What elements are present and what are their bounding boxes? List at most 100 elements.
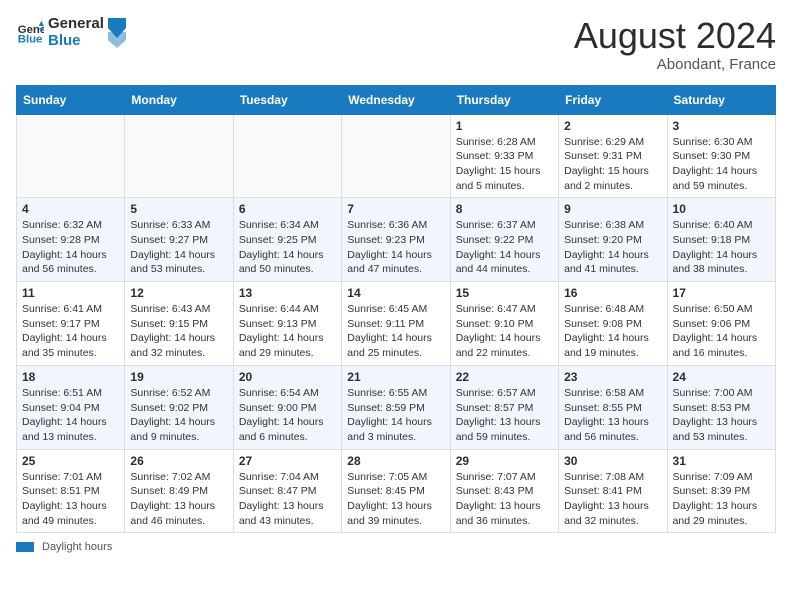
- day-info: Sunrise: 7:01 AM Sunset: 8:51 PM Dayligh…: [22, 470, 119, 529]
- day-number: 25: [22, 454, 119, 468]
- calendar-cell: [17, 114, 125, 198]
- day-number: 5: [130, 202, 227, 216]
- calendar-cell: 18 Sunrise: 6:51 AM Sunset: 9:04 PM Dayli…: [17, 365, 125, 449]
- calendar-cell: 16Sunrise: 6:48 AM Sunset: 9:08 PM Dayli…: [559, 282, 667, 366]
- day-number: 14: [347, 286, 444, 300]
- day-info: Sunrise: 6:34 AM Sunset: 9:25 PM Dayligh…: [239, 218, 336, 277]
- col-header-tuesday: Tuesday: [233, 85, 341, 114]
- day-number: 28: [347, 454, 444, 468]
- day-info: Sunrise: 7:04 AM Sunset: 8:47 PM Dayligh…: [239, 470, 336, 529]
- calendar-cell: 26Sunrise: 7:02 AM Sunset: 8:49 PM Dayli…: [125, 449, 233, 533]
- col-header-monday: Monday: [125, 85, 233, 114]
- calendar-cell: 27 Sunrise: 7:04 AM Sunset: 8:47 PM Dayli…: [233, 449, 341, 533]
- calendar-week-row: 1Sunrise: 6:28 AM Sunset: 9:33 PM Daylig…: [17, 114, 776, 198]
- calendar-cell: 9Sunrise: 6:38 AM Sunset: 9:20 PM Daylig…: [559, 198, 667, 282]
- day-info: Sunrise: 7:02 AM Sunset: 8:49 PM Dayligh…: [130, 470, 227, 529]
- calendar-cell: [233, 114, 341, 198]
- day-info: Sunrise: 6:47 AM Sunset: 9:10 PM Dayligh…: [456, 302, 553, 361]
- page-header: General Blue General Blue August 2024 Ab…: [16, 16, 776, 73]
- calendar-cell: [342, 114, 450, 198]
- day-number: 8: [456, 202, 553, 216]
- day-number: 17: [673, 286, 770, 300]
- day-info: Sunrise: 7:00 AM Sunset: 8:53 PM Dayligh…: [673, 386, 770, 445]
- calendar-cell: 8 Sunrise: 6:37 AM Sunset: 9:22 PM Daylig…: [450, 198, 558, 282]
- day-info: Sunrise: 6:38 AM Sunset: 9:20 PM Dayligh…: [564, 218, 661, 277]
- calendar-cell: 23Sunrise: 6:58 AM Sunset: 8:55 PM Dayli…: [559, 365, 667, 449]
- day-number: 1: [456, 119, 553, 133]
- day-info: Sunrise: 6:51 AM Sunset: 9:04 PM Dayligh…: [22, 386, 119, 445]
- day-info: Sunrise: 7:07 AM Sunset: 8:43 PM Dayligh…: [456, 470, 553, 529]
- calendar-week-row: 11Sunrise: 6:41 AM Sunset: 9:17 PM Dayli…: [17, 282, 776, 366]
- calendar-cell: 15 Sunrise: 6:47 AM Sunset: 9:10 PM Dayli…: [450, 282, 558, 366]
- calendar-cell: 2 Sunrise: 6:29 AM Sunset: 9:31 PM Daylig…: [559, 114, 667, 198]
- day-info: Sunrise: 6:29 AM Sunset: 9:31 PM Dayligh…: [564, 135, 661, 194]
- day-number: 27: [239, 454, 336, 468]
- day-number: 21: [347, 370, 444, 384]
- calendar-cell: 6 Sunrise: 6:34 AM Sunset: 9:25 PM Daylig…: [233, 198, 341, 282]
- day-info: Sunrise: 6:37 AM Sunset: 9:22 PM Dayligh…: [456, 218, 553, 277]
- footer-label: Daylight hours: [42, 541, 112, 553]
- day-info: Sunrise: 6:40 AM Sunset: 9:18 PM Dayligh…: [673, 218, 770, 277]
- day-number: 13: [239, 286, 336, 300]
- day-number: 15: [456, 286, 553, 300]
- calendar-cell: 25 Sunrise: 7:01 AM Sunset: 8:51 PM Dayli…: [17, 449, 125, 533]
- day-info: Sunrise: 6:55 AM Sunset: 8:59 PM Dayligh…: [347, 386, 444, 445]
- day-number: 23: [564, 370, 661, 384]
- calendar-week-row: 4Sunrise: 6:32 AM Sunset: 9:28 PM Daylig…: [17, 198, 776, 282]
- calendar-cell: 28 Sunrise: 7:05 AM Sunset: 8:45 PM Dayli…: [342, 449, 450, 533]
- day-info: Sunrise: 6:41 AM Sunset: 9:17 PM Dayligh…: [22, 302, 119, 361]
- day-number: 6: [239, 202, 336, 216]
- calendar-cell: 29 Sunrise: 7:07 AM Sunset: 8:43 PM Dayli…: [450, 449, 558, 533]
- day-info: Sunrise: 7:09 AM Sunset: 8:39 PM Dayligh…: [673, 470, 770, 529]
- logo-chevron-icon: [108, 18, 126, 48]
- day-info: Sunrise: 7:08 AM Sunset: 8:41 PM Dayligh…: [564, 470, 661, 529]
- calendar-cell: 12Sunrise: 6:43 AM Sunset: 9:15 PM Dayli…: [125, 282, 233, 366]
- day-info: Sunrise: 6:33 AM Sunset: 9:27 PM Dayligh…: [130, 218, 227, 277]
- day-info: Sunrise: 6:52 AM Sunset: 9:02 PM Dayligh…: [130, 386, 227, 445]
- logo-icon: General Blue: [16, 19, 44, 47]
- title-block: August 2024 Abondant, France: [574, 16, 776, 73]
- calendar-cell: 21 Sunrise: 6:55 AM Sunset: 8:59 PM Dayli…: [342, 365, 450, 449]
- day-info: Sunrise: 6:57 AM Sunset: 8:57 PM Dayligh…: [456, 386, 553, 445]
- day-info: Sunrise: 6:50 AM Sunset: 9:06 PM Dayligh…: [673, 302, 770, 361]
- col-header-thursday: Thursday: [450, 85, 558, 114]
- day-number: 19: [130, 370, 227, 384]
- day-info: Sunrise: 6:30 AM Sunset: 9:30 PM Dayligh…: [673, 135, 770, 194]
- day-number: 22: [456, 370, 553, 384]
- calendar-cell: 30 Sunrise: 7:08 AM Sunset: 8:41 PM Dayli…: [559, 449, 667, 533]
- day-number: 24: [673, 370, 770, 384]
- calendar-cell: 5 Sunrise: 6:33 AM Sunset: 9:27 PM Daylig…: [125, 198, 233, 282]
- calendar-cell: 19 Sunrise: 6:52 AM Sunset: 9:02 PM Dayli…: [125, 365, 233, 449]
- calendar-cell: 14Sunrise: 6:45 AM Sunset: 9:11 PM Dayli…: [342, 282, 450, 366]
- day-info: Sunrise: 6:54 AM Sunset: 9:00 PM Dayligh…: [239, 386, 336, 445]
- calendar-cell: 31Sunrise: 7:09 AM Sunset: 8:39 PM Dayli…: [667, 449, 775, 533]
- svg-text:Blue: Blue: [18, 33, 43, 45]
- calendar-header-row: SundayMondayTuesdayWednesdayThursdayFrid…: [17, 85, 776, 114]
- day-number: 16: [564, 286, 661, 300]
- col-header-wednesday: Wednesday: [342, 85, 450, 114]
- calendar-week-row: 25 Sunrise: 7:01 AM Sunset: 8:51 PM Dayli…: [17, 449, 776, 533]
- logo: General Blue General Blue: [16, 16, 126, 49]
- calendar-cell: 24 Sunrise: 7:00 AM Sunset: 8:53 PM Dayli…: [667, 365, 775, 449]
- day-info: Sunrise: 6:44 AM Sunset: 9:13 PM Dayligh…: [239, 302, 336, 361]
- col-header-sunday: Sunday: [17, 85, 125, 114]
- calendar-cell: 1Sunrise: 6:28 AM Sunset: 9:33 PM Daylig…: [450, 114, 558, 198]
- day-number: 30: [564, 454, 661, 468]
- day-number: 3: [673, 119, 770, 133]
- calendar-cell: [125, 114, 233, 198]
- calendar-table: SundayMondayTuesdayWednesdayThursdayFrid…: [16, 85, 776, 534]
- day-number: 20: [239, 370, 336, 384]
- day-number: 7: [347, 202, 444, 216]
- calendar-cell: 4Sunrise: 6:32 AM Sunset: 9:28 PM Daylig…: [17, 198, 125, 282]
- day-info: Sunrise: 7:05 AM Sunset: 8:45 PM Dayligh…: [347, 470, 444, 529]
- day-number: 12: [130, 286, 227, 300]
- calendar-cell: 11Sunrise: 6:41 AM Sunset: 9:17 PM Dayli…: [17, 282, 125, 366]
- day-number: 18: [22, 370, 119, 384]
- day-number: 2: [564, 119, 661, 133]
- calendar-cell: 3 Sunrise: 6:30 AM Sunset: 9:30 PM Daylig…: [667, 114, 775, 198]
- calendar-cell: 13 Sunrise: 6:44 AM Sunset: 9:13 PM Dayli…: [233, 282, 341, 366]
- day-number: 10: [673, 202, 770, 216]
- day-number: 29: [456, 454, 553, 468]
- col-header-saturday: Saturday: [667, 85, 775, 114]
- day-info: Sunrise: 6:32 AM Sunset: 9:28 PM Dayligh…: [22, 218, 119, 277]
